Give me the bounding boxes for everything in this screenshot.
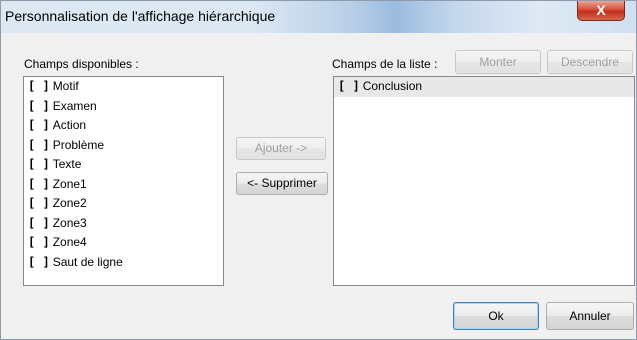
- list-item[interactable]: [ ] Zone2: [24, 194, 223, 214]
- checkbox-mark: [ ]: [28, 157, 50, 171]
- checkbox-mark: [ ]: [28, 176, 50, 191]
- checkbox-mark: [ ]: [338, 79, 360, 93]
- list-item[interactable]: [ ] Texte: [24, 155, 223, 175]
- list-item-label: Problème: [52, 137, 105, 152]
- list-item-label: Motif: [52, 79, 79, 93]
- move-down-button[interactable]: Descendre: [547, 50, 633, 74]
- list-item[interactable]: [ ] Zone4: [24, 233, 223, 253]
- list-item[interactable]: [ ] Problème: [24, 136, 223, 156]
- checkbox-mark: [ ]: [28, 235, 50, 249]
- list-item-label: Zone3: [52, 215, 87, 230]
- move-up-button-label: Monter: [479, 55, 517, 69]
- list-item-label: Action: [52, 118, 87, 132]
- title-bar[interactable]: Personnalisation de l'affichage hiérarch…: [1, 1, 636, 33]
- checkbox-mark: [ ]: [28, 196, 50, 210]
- dialog-window: Personnalisation de l'affichage hiérarch…: [0, 0, 637, 340]
- list-fields-label: Champs de la liste :: [332, 57, 438, 71]
- ok-button[interactable]: Ok: [453, 302, 539, 330]
- list-item[interactable]: [ ] Motif: [24, 77, 223, 97]
- add-button[interactable]: Ajouter ->: [236, 137, 326, 160]
- checkbox-mark: [ ]: [28, 137, 50, 152]
- move-up-button[interactable]: Monter: [455, 50, 541, 74]
- list-item-label: Zone2: [52, 196, 87, 210]
- close-icon: X: [596, 2, 606, 18]
- checkbox-mark: [ ]: [28, 98, 50, 113]
- list-item[interactable]: [ ] Saut de ligne: [24, 253, 223, 273]
- checkbox-mark: [ ]: [28, 215, 50, 230]
- checkbox-mark: [ ]: [28, 118, 50, 132]
- remove-button-label: <- Supprimer: [247, 176, 317, 190]
- remove-button[interactable]: <- Supprimer: [236, 172, 328, 195]
- list-item[interactable]: [ ] Conclusion: [334, 77, 634, 97]
- close-button[interactable]: X: [577, 1, 625, 21]
- list-item[interactable]: [ ] Examen: [24, 97, 223, 117]
- move-down-button-label: Descendre: [560, 55, 620, 69]
- add-button-label: Ajouter ->: [254, 141, 308, 155]
- list-item[interactable]: [ ] Zone3: [24, 214, 223, 234]
- list-item-label: Zone4: [52, 235, 87, 249]
- checkbox-mark: [ ]: [28, 79, 50, 93]
- window-title: Personnalisation de l'affichage hiérarch…: [5, 8, 276, 24]
- list-fields-list[interactable]: [ ] Conclusion: [333, 76, 635, 286]
- available-fields-label: Champs disponibles :: [24, 57, 139, 71]
- list-item-label: Examen: [52, 98, 97, 113]
- list-item-label: Zone1: [52, 176, 87, 191]
- list-item[interactable]: [ ] Action: [24, 116, 223, 136]
- ok-button-label: Ok: [488, 309, 504, 323]
- cancel-button[interactable]: Annuler: [546, 302, 634, 330]
- available-fields-list[interactable]: [ ] Motif[ ] Examen[ ] Action[ ] Problème[ ]…: [23, 76, 224, 286]
- list-item[interactable]: [ ] Zone1: [24, 175, 223, 195]
- list-item-label: Texte: [52, 157, 82, 171]
- list-item-label: Conclusion: [362, 79, 423, 93]
- list-item-label: Saut de ligne: [52, 254, 123, 269]
- cancel-button-label: Annuler: [569, 309, 611, 323]
- checkbox-mark: [ ]: [28, 254, 50, 269]
